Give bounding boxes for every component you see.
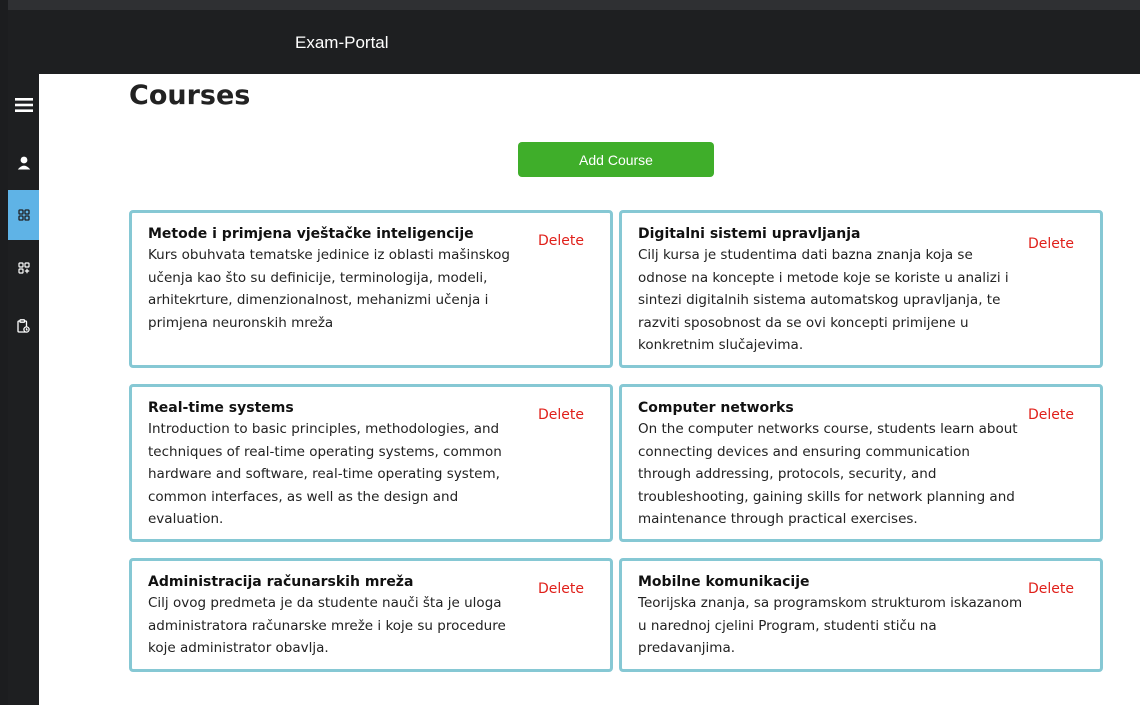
window-edge: [0, 0, 8, 705]
grid-icon: [17, 209, 30, 221]
course-card: Mobilne komunikacije Teorijska znanja, s…: [619, 558, 1103, 672]
delete-button[interactable]: Delete: [1028, 236, 1074, 252]
course-description: Teorijska znanja, sa programskom struktu…: [638, 595, 1023, 656]
grid-plus-icon: [17, 262, 30, 274]
add-course-button[interactable]: Add Course: [518, 142, 714, 177]
delete-button[interactable]: Delete: [538, 407, 584, 423]
delete-button[interactable]: Delete: [538, 581, 584, 597]
course-card: Digitalni sistemi upravljanja Cilj kursa…: [619, 210, 1103, 368]
sidebar: [8, 74, 39, 705]
page-title: Courses: [129, 80, 251, 111]
course-card: Metode i primjena vještačke inteligencij…: [129, 210, 613, 368]
user-icon: [17, 156, 31, 170]
sidebar-item-add-course[interactable]: [8, 256, 39, 280]
window-top-edge: [8, 0, 1140, 10]
sidebar-item-quizzes[interactable]: [8, 314, 39, 338]
course-description: Introduction to basic principles, method…: [148, 421, 502, 527]
sidebar-item-courses[interactable]: [8, 190, 39, 240]
course-title[interactable]: Computer networks: [638, 400, 1084, 416]
course-title[interactable]: Digitalni sistemi upravljanja: [638, 226, 1084, 242]
course-description: Kurs obuhvata tematske jedinice iz oblas…: [148, 247, 510, 331]
hamburger-menu-icon: [14, 97, 33, 113]
course-title[interactable]: Real-time systems: [148, 400, 594, 416]
course-description: Cilj ovog predmeta je da studente nauči …: [148, 595, 506, 656]
delete-button[interactable]: Delete: [538, 233, 584, 249]
delete-button[interactable]: Delete: [1028, 407, 1074, 423]
course-card: Computer networks On the computer networ…: [619, 384, 1103, 542]
course-title[interactable]: Administracija računarskih mreža: [148, 574, 594, 590]
course-title[interactable]: Metode i primjena vještačke inteligencij…: [148, 226, 594, 242]
course-description: Cilj kursa je studentima dati bazna znan…: [638, 247, 1009, 353]
delete-button[interactable]: Delete: [1028, 581, 1074, 597]
app-title[interactable]: Exam-Portal: [295, 33, 389, 53]
sidebar-item-profile[interactable]: [8, 151, 39, 175]
course-card: Real-time systems Introduction to basic …: [129, 384, 613, 542]
course-card: Administracija računarskih mreža Cilj ov…: [129, 558, 613, 672]
sidebar-item-menu[interactable]: [8, 90, 39, 120]
top-navbar: [8, 10, 1140, 74]
course-title[interactable]: Mobilne komunikacije: [638, 574, 1084, 590]
clipboard-icon: [17, 319, 30, 333]
course-description: On the computer networks course, student…: [638, 421, 1018, 527]
